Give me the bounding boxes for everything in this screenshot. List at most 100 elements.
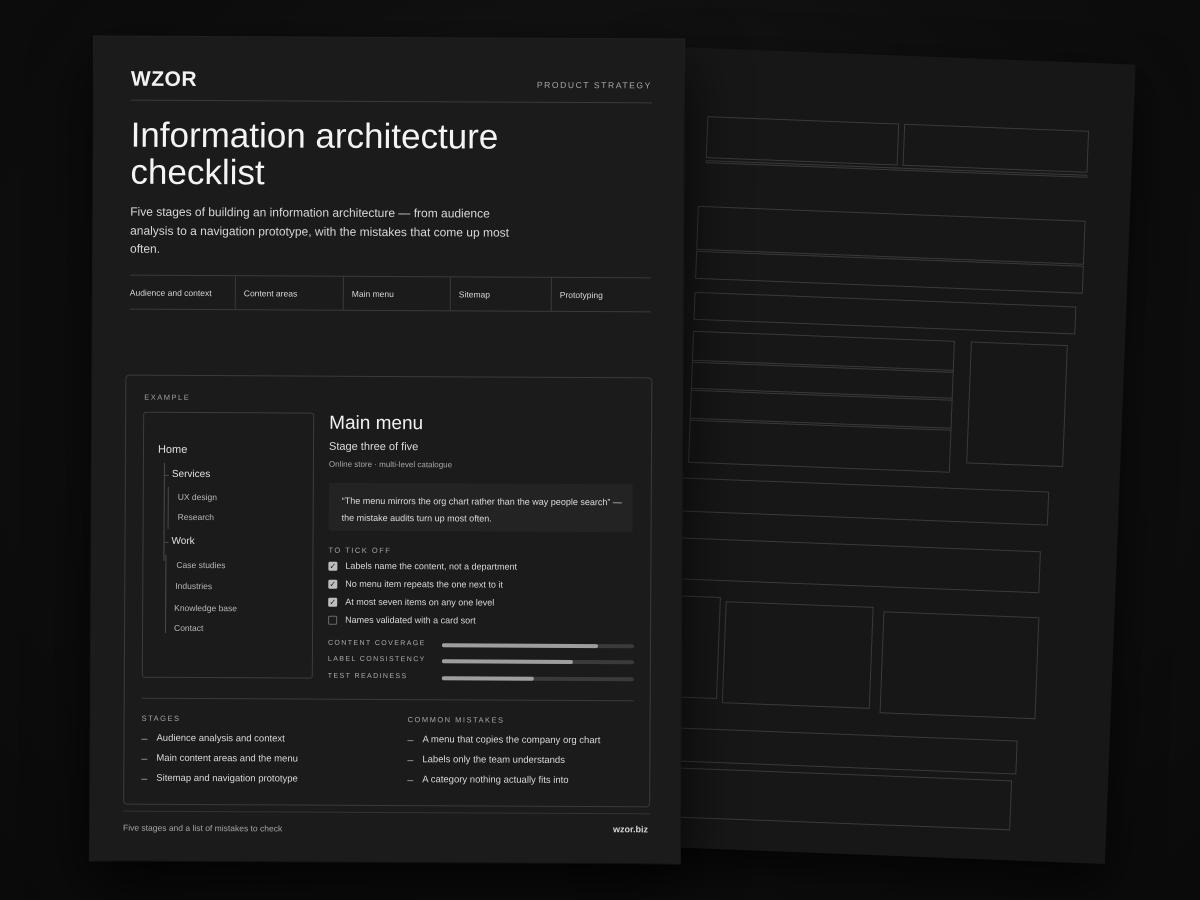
- footer-link[interactable]: wzor.biz: [613, 824, 648, 834]
- metric-label: CONTENT COVERAGE: [327, 639, 426, 648]
- tree-connector: [167, 486, 169, 529]
- checkbox-checked-icon[interactable]: ✓: [328, 597, 338, 607]
- list-item: A menu that copies the company org chart: [407, 734, 600, 755]
- example-label: EXAMPLE: [144, 392, 191, 402]
- wireframe-block: [693, 291, 1077, 335]
- stage-tab-sitemap: Sitemap: [450, 277, 552, 311]
- stage-tab-label: Audience and context: [129, 287, 212, 298]
- dash-icon: [407, 740, 414, 742]
- tree-connector: [163, 474, 169, 476]
- checkbox-checked-icon[interactable]: ✓: [328, 561, 338, 571]
- list-item-text: Main content areas and the menu: [156, 752, 298, 765]
- list-item: Audience analysis and context: [141, 733, 298, 754]
- stage-tab-audience: Audience and context: [129, 275, 236, 310]
- quote-text: “The menu mirrors the org chart rather t…: [341, 495, 622, 524]
- page-title: Information architecture checklist: [130, 115, 499, 193]
- dash-icon: [141, 738, 148, 740]
- wireframe-block: [879, 611, 1040, 720]
- progress-track: [441, 643, 634, 649]
- stage-panel: Main menu Stage three of five Online sto…: [328, 413, 635, 682]
- dash-icon: [141, 778, 148, 780]
- background-wireframe-sheet: [621, 46, 1136, 864]
- tree-group-services: Services: [171, 468, 211, 481]
- todo-item[interactable]: Names validated with a card sort: [328, 613, 476, 628]
- tree-item: Case studies: [176, 559, 226, 571]
- stage-tab-main-menu: Main menu: [343, 276, 451, 311]
- list-item-text: A category nothing actually fits into: [422, 774, 569, 786]
- list-item-text: Audience analysis and context: [156, 732, 285, 745]
- todo-item[interactable]: ✓ Labels name the content, not a departm…: [328, 559, 517, 574]
- intro-text: Five stages of building an information a…: [130, 204, 510, 256]
- metric-label-consistency: LABEL CONSISTENCY: [328, 655, 634, 669]
- checkbox-checked-icon[interactable]: ✓: [328, 579, 338, 589]
- tree-connector: [163, 462, 165, 561]
- wireframe-block: [654, 726, 1018, 775]
- header-bar: WZOR PRODUCT STRATEGY: [130, 67, 652, 104]
- section-divider: [141, 697, 634, 702]
- tree-connector: [163, 541, 169, 543]
- stage-tab-label: Sitemap: [458, 288, 491, 300]
- category-label: PRODUCT STRATEGY: [536, 79, 652, 91]
- list-item: Main content areas and the menu: [141, 753, 298, 774]
- list-item-text: Sitemap and navigation prototype: [156, 772, 298, 785]
- panel-subtitle: Stage three of five: [328, 440, 419, 454]
- list-item: A category nothing actually fits into: [407, 774, 600, 795]
- wireframe-block: [674, 477, 1050, 526]
- stage-tab-prototyping: Prototyping: [552, 278, 651, 312]
- todo-text: No menu item repeats the one next to it: [345, 578, 503, 590]
- dash-icon: [407, 760, 414, 762]
- stage-tab-label: Main menu: [351, 288, 394, 299]
- tree-item: Industries: [175, 580, 213, 592]
- metric-content-coverage: CONTENT COVERAGE: [328, 639, 634, 653]
- progress-fill: [441, 676, 534, 681]
- quote-box: “The menu mirrors the org chart rather t…: [328, 482, 633, 533]
- todo-text: Names validated with a card sort: [345, 614, 476, 626]
- wireframe-block: [966, 341, 1068, 468]
- wireframe-block: [652, 766, 1013, 831]
- tree-group-work: Work: [171, 535, 195, 547]
- todo-item[interactable]: ✓ At most seven items on any one level: [328, 595, 494, 610]
- example-card: EXAMPLE Home Services UX design Research…: [123, 374, 653, 808]
- tree-item: UX design: [177, 491, 217, 503]
- metric-label: LABEL CONSISTENCY: [327, 655, 426, 664]
- mistakes-heading: COMMON MISTAKES: [407, 715, 505, 725]
- mistakes-list: COMMON MISTAKES A menu that copies the c…: [407, 715, 600, 795]
- dash-icon: [141, 758, 148, 760]
- list-item-text: A menu that copies the company org chart: [422, 734, 601, 747]
- stage-tab-label: Prototyping: [559, 289, 603, 300]
- todo-item[interactable]: ✓ No menu item repeats the one next to i…: [328, 577, 503, 592]
- progress-track: [441, 676, 634, 682]
- panel-meta: Online store · multi-level catalogue: [328, 459, 453, 470]
- metric-test-readiness: TEST READINESS: [328, 672, 634, 686]
- sheet-content: WZOR PRODUCT STRATEGY Information archit…: [123, 37, 653, 864]
- wireframe-block: [688, 330, 955, 473]
- panel-title: Main menu: [329, 412, 424, 435]
- wireframe-block: [705, 116, 900, 166]
- stage-tabs: Audience and context Content areas Main …: [129, 274, 651, 313]
- tree-item: Research: [177, 511, 215, 523]
- tree-item: Contact: [174, 622, 204, 634]
- progress-fill: [441, 659, 573, 664]
- stages-heading: STAGES: [141, 713, 181, 723]
- wireframe-block: [671, 537, 1041, 594]
- footer-divider: [123, 810, 651, 815]
- list-item: Sitemap and navigation prototype: [141, 773, 298, 794]
- progress-fill: [441, 643, 598, 649]
- tree-connector: [165, 554, 167, 633]
- todo-label: TO TICK OFF: [328, 545, 392, 556]
- checklist-sheet: WZOR PRODUCT STRATEGY Information archit…: [89, 36, 685, 864]
- brand-logo: WZOR: [130, 67, 198, 92]
- checkbox-unchecked-icon[interactable]: [328, 615, 338, 625]
- wireframe-block: [902, 123, 1090, 173]
- tree-root: Home: [157, 443, 188, 456]
- sitemap-tree: Home Services UX design Research Work Ca…: [141, 411, 315, 679]
- tree-item: Knowledge base: [174, 602, 238, 614]
- todo-text: At most seven items on any one level: [345, 596, 495, 608]
- stages-list: STAGES Audience analysis and context Mai…: [141, 714, 298, 794]
- stage-tab-label: Content areas: [243, 287, 298, 299]
- metric-label: TEST READINESS: [327, 672, 408, 681]
- list-item: Labels only the team understands: [407, 754, 600, 775]
- wireframe-block: [721, 601, 874, 709]
- list-item-text: Labels only the team understands: [422, 754, 565, 766]
- progress-track: [441, 659, 634, 665]
